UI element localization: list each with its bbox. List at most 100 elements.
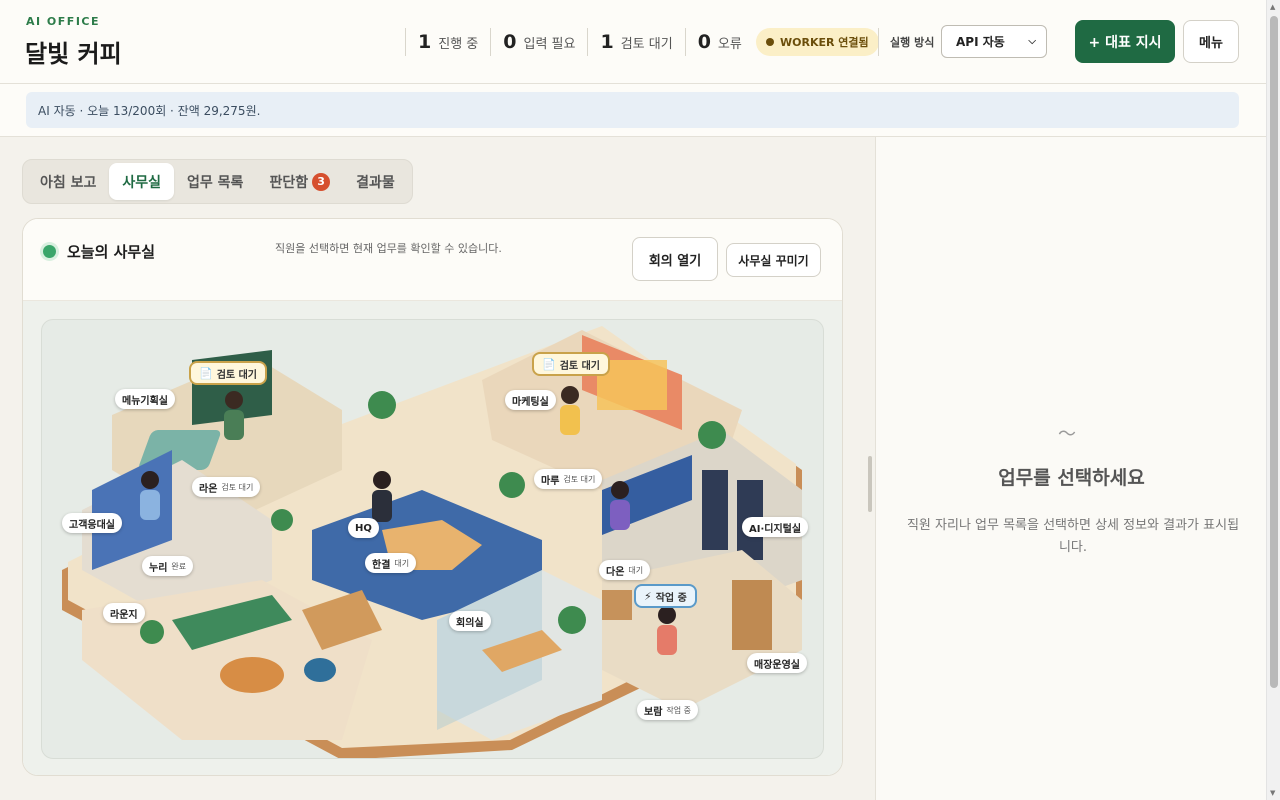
status-summary: 1 진행 중 0 입력 필요 1 검토 대기 0 오류 bbox=[405, 28, 754, 56]
empty-state-description: 직원 자리나 업무 목록을 선택하면 상세 정보와 결과가 표시됩니다. bbox=[906, 518, 1240, 555]
staff-label-boram[interactable]: 보람 작업 중 bbox=[637, 700, 699, 720]
new-directive-button[interactable]: + 대표 지시 bbox=[1075, 20, 1175, 63]
room-label-marketing[interactable]: 마케팅실 bbox=[505, 390, 556, 410]
office-scene-area: 📄 검토 대기 📄 검토 대기 ⚡ 작업 중 메뉴기획실 마케팅실 고객응대실 … bbox=[23, 301, 842, 775]
scroll-up-icon[interactable]: ▲ bbox=[1270, 3, 1275, 11]
plant-1 bbox=[368, 391, 396, 419]
tab-deliverables[interactable]: 결과물 bbox=[343, 163, 408, 200]
worker-status-badge: WORKER 연결됨 bbox=[756, 28, 879, 56]
room-label-store-ops[interactable]: 매장운영실 bbox=[747, 653, 807, 673]
stat-error: 0 오류 bbox=[684, 28, 754, 56]
staff-name: 마루 bbox=[541, 475, 560, 487]
review-waiting-tag[interactable]: 📄 검토 대기 bbox=[532, 352, 610, 376]
staff-name: 보람 bbox=[644, 706, 663, 718]
office-title: 오늘의 사무실 bbox=[67, 243, 156, 261]
status-tag-label: 작업 중 bbox=[655, 592, 687, 604]
brand-title: 달빛 커피 bbox=[25, 39, 122, 68]
person-raon bbox=[224, 391, 244, 440]
chevron-down-icon: ⌵ bbox=[1028, 36, 1036, 47]
lounge-table bbox=[220, 657, 284, 693]
staff-status: 대기 bbox=[628, 565, 644, 575]
working-tag[interactable]: ⚡ 작업 중 bbox=[634, 584, 697, 608]
stat-in-progress: 1 진행 중 bbox=[405, 28, 490, 56]
info-bar-container: AI 자동 · 오늘 13/200회 · 잔액 29,275원. bbox=[0, 84, 1266, 137]
staff-label-nuri[interactable]: 누리 완료 bbox=[142, 556, 194, 576]
staff-label-raon[interactable]: 라온 검토 대기 bbox=[192, 477, 261, 497]
tab-decision-box[interactable]: 판단함 3 bbox=[256, 163, 343, 200]
staff-status: 검토 대기 bbox=[563, 474, 596, 484]
stat-label: 오류 bbox=[717, 36, 742, 52]
open-meeting-button[interactable]: 회의 열기 bbox=[632, 237, 718, 281]
tab-task-list[interactable]: 업무 목록 bbox=[174, 163, 256, 200]
status-dot-icon bbox=[766, 38, 774, 46]
mode-label: 실행 방식 bbox=[890, 36, 935, 49]
staff-label-hangyeol[interactable]: 한결 대기 bbox=[365, 553, 417, 573]
document-icon: 📄 bbox=[199, 366, 213, 380]
tab-morning-report[interactable]: 아침 보고 bbox=[27, 163, 109, 200]
staff-status: 대기 bbox=[394, 558, 410, 568]
app-header: AI OFFICE 달빛 커피 1 진행 중 0 입력 필요 1 검토 대기 0… bbox=[0, 0, 1266, 84]
panel-resize-handle[interactable] bbox=[868, 456, 872, 512]
staff-label-daon[interactable]: 다온 대기 bbox=[599, 560, 651, 580]
staff-status: 검토 대기 bbox=[221, 482, 254, 492]
worker-status-label: WORKER 연결됨 bbox=[780, 36, 869, 49]
person-boram bbox=[657, 606, 677, 655]
stat-label: 검토 대기 bbox=[620, 36, 673, 52]
scroll-down-icon[interactable]: ▼ bbox=[1270, 789, 1275, 797]
header-divider bbox=[878, 28, 879, 56]
tab-label: 판단함 bbox=[269, 174, 309, 191]
staff-name: 누리 bbox=[149, 562, 168, 574]
brand-subtitle: AI OFFICE bbox=[26, 15, 100, 28]
mode-select-value: API 자동 bbox=[956, 35, 1005, 49]
plant-5 bbox=[698, 421, 726, 449]
room-label-hq[interactable]: HQ bbox=[348, 518, 379, 538]
room-label-lounge[interactable]: 라운지 bbox=[103, 603, 145, 623]
staff-name: 다온 bbox=[606, 566, 625, 578]
office-map: 📄 검토 대기 📄 검토 대기 ⚡ 작업 중 메뉴기획실 마케팅실 고객응대실 … bbox=[41, 319, 824, 759]
stat-number: 1 bbox=[418, 31, 432, 53]
room-label-ai-digital[interactable]: AI·디지털실 bbox=[742, 517, 809, 537]
detail-panel: 〜 업무를 선택하세요 직원 자리나 업무 목록을 선택하면 상세 정보와 결과… bbox=[875, 137, 1266, 800]
storage-boxes bbox=[602, 590, 632, 620]
menu-button[interactable]: 메뉴 bbox=[1183, 20, 1239, 63]
office-floorplan-illustration bbox=[62, 326, 802, 758]
plant-2 bbox=[499, 472, 525, 498]
review-waiting-tag[interactable]: 📄 검토 대기 bbox=[189, 361, 267, 385]
stat-number: 0 bbox=[503, 31, 517, 53]
staff-status: 작업 중 bbox=[666, 705, 692, 715]
count-badge: 3 bbox=[312, 172, 331, 191]
decorate-office-button[interactable]: 사무실 꾸미기 bbox=[726, 243, 821, 277]
stat-number: 1 bbox=[600, 31, 614, 53]
main-panel: 아침 보고 사무실 업무 목록 판단함 3 결과물 오늘의 사무실 직원을 선택… bbox=[0, 137, 875, 800]
empty-state-title: 업무를 선택하세요 bbox=[998, 467, 1145, 489]
staff-label-maru[interactable]: 마루 검토 대기 bbox=[534, 469, 603, 489]
live-status-icon bbox=[43, 245, 56, 258]
scrollbar-thumb[interactable] bbox=[1270, 16, 1278, 688]
mode-select[interactable]: API 자동 ⌵ bbox=[941, 25, 1047, 58]
plant-6 bbox=[271, 509, 293, 531]
document-icon: 📄 bbox=[542, 357, 556, 371]
status-tag-label: 검토 대기 bbox=[216, 369, 257, 381]
stat-review-waiting: 1 검토 대기 bbox=[587, 28, 684, 56]
stat-number: 0 bbox=[697, 31, 711, 53]
room-label-menu-lab[interactable]: 메뉴기획실 bbox=[115, 389, 175, 409]
stat-label: 입력 필요 bbox=[523, 36, 576, 52]
view-tabs: 아침 보고 사무실 업무 목록 판단함 3 결과물 bbox=[22, 159, 413, 204]
person-hangyeol bbox=[372, 471, 392, 522]
person-daon bbox=[610, 481, 630, 530]
lightning-icon: ⚡ bbox=[644, 589, 652, 603]
tab-office[interactable]: 사무실 bbox=[109, 163, 175, 200]
staff-name: 라온 bbox=[199, 483, 218, 495]
pulse-icon: 〜 bbox=[1058, 424, 1076, 445]
lounge-stool bbox=[304, 658, 336, 682]
plant-3 bbox=[140, 620, 164, 644]
room-label-meeting[interactable]: 회의실 bbox=[449, 611, 491, 631]
page-scrollbar[interactable]: ▲ ▼ bbox=[1266, 0, 1280, 800]
person-nuri bbox=[140, 471, 160, 520]
office-card: 오늘의 사무실 직원을 선택하면 현재 업무를 확인할 수 있습니다. 회의 열… bbox=[22, 218, 843, 776]
stat-input-needed: 0 입력 필요 bbox=[490, 28, 587, 56]
stat-label: 진행 중 bbox=[438, 36, 479, 52]
office-card-header: 오늘의 사무실 직원을 선택하면 현재 업무를 확인할 수 있습니다. 회의 열… bbox=[23, 219, 842, 301]
office-hint: 직원을 선택하면 현재 업무를 확인할 수 있습니다. bbox=[275, 242, 502, 255]
room-label-customer[interactable]: 고객응대실 bbox=[62, 513, 122, 533]
